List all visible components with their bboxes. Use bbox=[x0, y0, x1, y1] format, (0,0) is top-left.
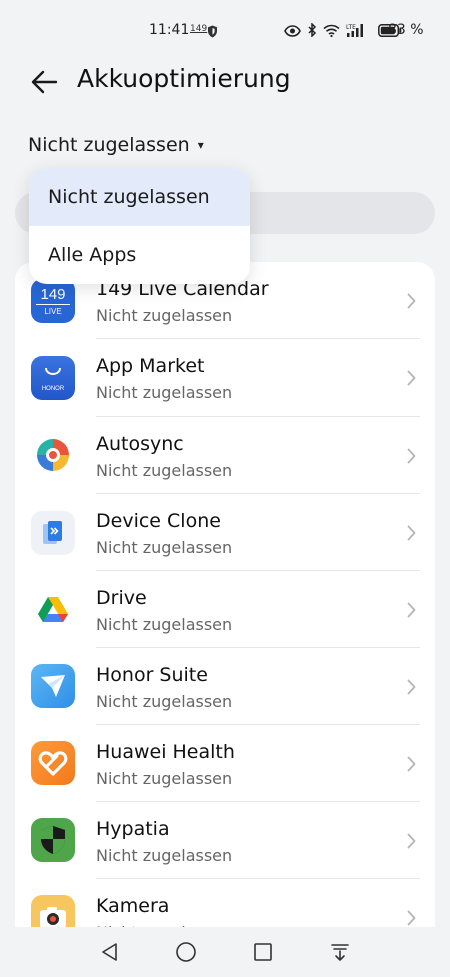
home-circle-icon bbox=[176, 942, 196, 962]
caret-down-icon: ▾ bbox=[197, 138, 204, 152]
list-item-hypatia[interactable]: Hypatia Nicht zugelassen bbox=[15, 802, 435, 879]
app-name: Device Clone bbox=[96, 510, 221, 532]
notification-drawer-icon bbox=[331, 944, 349, 961]
list-item-drive[interactable]: Drive Nicht zugelassen bbox=[15, 571, 435, 648]
chevron-right-icon bbox=[407, 525, 416, 541]
app-status: Nicht zugelassen bbox=[96, 383, 233, 402]
svg-text:LTE: LTE bbox=[346, 24, 356, 31]
dropdown-item-alle-apps[interactable]: Alle Apps bbox=[29, 226, 250, 284]
recents-square-icon bbox=[254, 943, 272, 961]
huawei-health-icon bbox=[31, 741, 75, 785]
battery-percent: 83 % bbox=[388, 22, 424, 38]
app-name: Kamera bbox=[96, 895, 170, 917]
hypatia-icon bbox=[31, 818, 75, 862]
autosync-icon bbox=[31, 433, 75, 477]
app-name: Huawei Health bbox=[96, 741, 235, 763]
app-name: Honor Suite bbox=[96, 664, 208, 686]
calendar-icon-number: 149 bbox=[40, 285, 66, 303]
app-name: Hypatia bbox=[96, 818, 170, 840]
list-item-autosync[interactable]: Autosync Nicht zugelassen bbox=[15, 417, 435, 494]
calendar-149-icon: 149 LIVE bbox=[31, 279, 75, 323]
chevron-right-icon bbox=[407, 910, 416, 926]
system-nav-bar bbox=[0, 927, 450, 977]
filter-label: Nicht zugelassen bbox=[28, 134, 190, 156]
arrow-left-icon bbox=[31, 70, 58, 94]
app-name: Autosync bbox=[96, 433, 184, 455]
lte-signal-icon: LTE bbox=[346, 22, 366, 41]
app-market-icon: HONOR bbox=[31, 356, 75, 400]
app-status: Nicht zugelassen bbox=[96, 846, 233, 865]
list-item-huawei-health[interactable]: Huawei Health Nicht zugelassen bbox=[15, 725, 435, 802]
dropdown-item-label: Nicht zugelassen bbox=[48, 186, 210, 208]
divider bbox=[96, 338, 420, 339]
wifi-icon bbox=[323, 22, 340, 41]
status-bar: 11:41 149 LTE 83 % bbox=[0, 0, 450, 62]
app-status: Nicht zugelassen bbox=[96, 461, 233, 480]
app-name: App Market bbox=[96, 355, 205, 377]
page-title: Akkuoptimierung bbox=[77, 64, 291, 93]
honor-suite-icon bbox=[31, 664, 75, 708]
chevron-right-icon bbox=[407, 602, 416, 618]
dropdown-item-nicht-zugelassen[interactable]: Nicht zugelassen bbox=[29, 168, 250, 226]
back-triangle-icon bbox=[102, 943, 117, 961]
app-list: 149 LIVE 149 Live Calendar Nicht zugelas… bbox=[15, 262, 435, 977]
shield-icon bbox=[207, 23, 218, 42]
nav-home-button[interactable] bbox=[175, 941, 197, 963]
app-status: Nicht zugelassen bbox=[96, 615, 233, 634]
list-item-honor-suite[interactable]: Honor Suite Nicht zugelassen bbox=[15, 648, 435, 725]
calendar-icon-caption: LIVE bbox=[44, 306, 62, 316]
app-market-icon-caption: HONOR bbox=[41, 386, 65, 392]
app-status: Nicht zugelassen bbox=[96, 538, 233, 557]
nav-notification-button[interactable] bbox=[329, 941, 351, 963]
app-status: Nicht zugelassen bbox=[96, 769, 233, 788]
dropdown-item-label: Alle Apps bbox=[48, 244, 137, 266]
chevron-right-icon bbox=[407, 833, 416, 849]
filter-dropdown-trigger[interactable]: Nicht zugelassen ▾ bbox=[28, 134, 204, 156]
status-149-label: 149 bbox=[190, 24, 208, 34]
app-status: Nicht zugelassen bbox=[96, 692, 233, 711]
app-name: Drive bbox=[96, 587, 147, 609]
page-header: Akkuoptimierung bbox=[0, 62, 450, 122]
app-status: Nicht zugelassen bbox=[96, 306, 233, 325]
drive-icon bbox=[31, 587, 75, 631]
chevron-right-icon bbox=[407, 448, 416, 464]
bluetooth-icon bbox=[307, 22, 317, 41]
chevron-right-icon bbox=[407, 679, 416, 695]
eye-icon bbox=[284, 22, 301, 41]
list-item-device-clone[interactable]: Device Clone Nicht zugelassen bbox=[15, 494, 435, 571]
chevron-right-icon bbox=[407, 756, 416, 772]
back-button[interactable] bbox=[26, 64, 62, 100]
nav-recents-button[interactable] bbox=[252, 941, 274, 963]
device-clone-icon bbox=[31, 511, 75, 555]
list-item-app-market[interactable]: HONOR App Market Nicht zugelassen bbox=[15, 340, 435, 417]
nav-back-button[interactable] bbox=[99, 941, 121, 963]
status-time: 11:41 bbox=[149, 22, 190, 38]
chevron-right-icon bbox=[407, 370, 416, 386]
filter-dropdown-menu: Nicht zugelassen Alle Apps bbox=[29, 168, 250, 284]
chevron-right-icon bbox=[407, 293, 416, 309]
